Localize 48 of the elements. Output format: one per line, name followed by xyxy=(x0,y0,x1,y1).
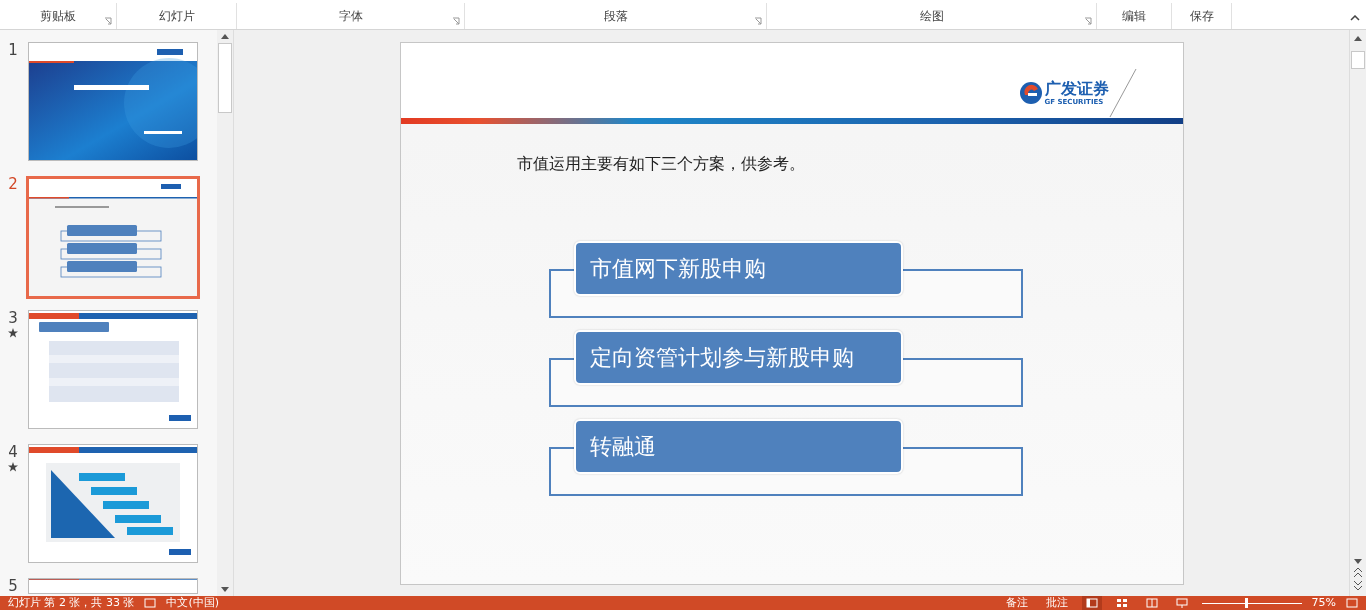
intro-text: 市值运用主要有如下三个方案，供参考。 xyxy=(516,154,806,175)
slide-thumbnail[interactable] xyxy=(28,578,198,594)
zoom-slider[interactable] xyxy=(1201,598,1302,608)
diagonal-line xyxy=(1108,68,1137,118)
slide-thumbnail[interactable] xyxy=(28,310,198,429)
group-label: 保存 xyxy=(1189,7,1214,25)
logo-name: 广发证券 xyxy=(1044,79,1109,98)
next-slide-icon[interactable] xyxy=(1354,581,1362,590)
slide-thumbnail[interactable] xyxy=(28,42,198,161)
group-label: 编辑 xyxy=(1122,7,1146,25)
group-label: 幻灯片 xyxy=(158,7,195,25)
group-label: 字体 xyxy=(338,7,363,25)
group-label: 段落 xyxy=(603,7,628,25)
slider-thumb[interactable] xyxy=(1245,598,1249,608)
group-label: 剪贴板 xyxy=(40,7,76,25)
scroll-down-icon[interactable] xyxy=(1354,559,1362,564)
slide-number: 3 xyxy=(8,310,18,326)
item-label: 市值网下新股申购 xyxy=(573,241,903,296)
fit-to-window-icon[interactable] xyxy=(1346,598,1358,608)
group-label: 绘图 xyxy=(919,7,944,25)
dialog-launcher-icon[interactable] xyxy=(452,17,460,25)
scroll-thumb[interactable] xyxy=(218,43,232,113)
logo-icon xyxy=(1018,81,1043,105)
language[interactable]: 中文(中国) xyxy=(166,596,220,610)
scroll-down-icon[interactable] xyxy=(221,587,229,592)
comments-button[interactable]: 批注 xyxy=(1041,596,1072,610)
item-label: 定向资管计划参与新股申购 xyxy=(573,330,903,385)
scroll-thumb[interactable] xyxy=(1351,51,1365,69)
item-label: 转融通 xyxy=(573,419,903,474)
slide-thumbnail[interactable] xyxy=(26,176,200,299)
zoom-level[interactable]: 75% xyxy=(1311,596,1336,610)
scrollbar[interactable] xyxy=(217,30,233,596)
scrollbar[interactable] xyxy=(1349,30,1366,596)
slide-number: 5 xyxy=(8,578,18,594)
dialog-launcher-icon[interactable] xyxy=(104,17,112,25)
dialog-launcher-icon[interactable] xyxy=(1084,17,1092,25)
slide-thumbnail[interactable] xyxy=(28,444,198,563)
collapse-ribbon-icon[interactable] xyxy=(1350,15,1360,21)
slide-number: 2 xyxy=(8,176,18,192)
scroll-up-icon[interactable] xyxy=(1354,36,1362,41)
slide-count: 幻灯片 第 2 张，共 33 张 xyxy=(8,596,135,610)
dialog-launcher-icon[interactable] xyxy=(754,17,762,25)
slide-number: 4 xyxy=(8,444,18,460)
slide-number: 1 xyxy=(8,42,18,58)
normal-view-icon[interactable] xyxy=(1081,596,1102,610)
notes-button[interactable]: 备注 xyxy=(1001,596,1032,610)
previous-slide-icon[interactable] xyxy=(1354,568,1362,577)
scroll-up-icon[interactable] xyxy=(221,34,229,39)
